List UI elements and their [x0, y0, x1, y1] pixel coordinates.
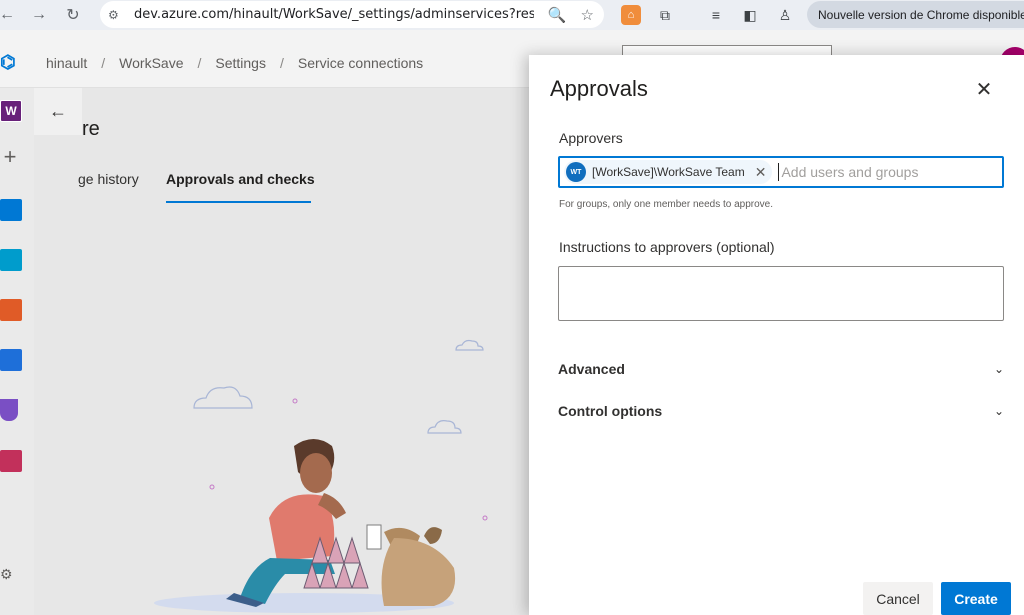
- overview-check-icon[interactable]: [0, 249, 22, 271]
- forward-arrow-icon[interactable]: →: [24, 0, 54, 30]
- dog-figure: [366, 524, 456, 606]
- site-info-icon[interactable]: ⚙: [108, 8, 126, 22]
- breadcrumb-org[interactable]: hinault: [46, 55, 87, 71]
- empty-state-illustration: [154, 339, 488, 613]
- decor-dot: [482, 515, 488, 521]
- reload-icon[interactable]: ↻: [58, 0, 88, 30]
- control-options-label: Control options: [558, 403, 663, 419]
- azure-devops-logo-icon[interactable]: ⌬: [0, 52, 20, 72]
- rss-extension-icon[interactable]: ⌂: [621, 5, 641, 25]
- approvers-label: Approvers: [559, 130, 623, 146]
- breadcrumb-separator: /: [101, 55, 106, 71]
- chrome-update-button[interactable]: Nouvelle version de Chrome disponible: [807, 1, 1024, 28]
- chevron-down-icon[interactable]: ⌄: [994, 362, 1004, 376]
- breadcrumb-separator: /: [279, 55, 284, 71]
- breadcrumb: hinault / WorkSave / Settings / Service …: [46, 55, 423, 71]
- breadcrumb-settings[interactable]: Settings: [215, 55, 266, 71]
- chevron-down-icon[interactable]: ⌄: [994, 404, 1004, 418]
- test-plans-flask-icon[interactable]: [0, 399, 18, 421]
- remove-approver-icon[interactable]: ✕: [755, 164, 767, 181]
- profile-avatar-icon[interactable]: ♙: [775, 5, 795, 25]
- instructions-label: Instructions to approvers (optional): [559, 239, 775, 255]
- approver-chip[interactable]: WT [WorkSave]\WorkSave Team ✕: [564, 160, 773, 184]
- project-settings-gear-icon[interactable]: ⚙: [0, 566, 18, 588]
- control-options-section-header[interactable]: Control options ⌄: [558, 400, 1004, 422]
- add-icon[interactable]: +: [0, 146, 20, 168]
- address-bar[interactable]: ⚙ dev.azure.com/hinault/WorkSave/_settin…: [100, 1, 604, 28]
- side-panel-icon[interactable]: ◧: [740, 5, 760, 25]
- artifacts-icon[interactable]: [0, 450, 22, 472]
- advanced-label: Advanced: [558, 361, 625, 377]
- cloud-icon: [193, 339, 484, 434]
- bookmark-star-icon[interactable]: ☆: [581, 6, 594, 24]
- panel-title: Approvals: [550, 76, 648, 101]
- boards-icon[interactable]: [0, 199, 22, 221]
- cancel-button[interactable]: Cancel: [863, 582, 933, 615]
- back-arrow-icon[interactable]: ←: [0, 0, 22, 30]
- approver-name: [WorkSave]\WorkSave Team: [592, 165, 745, 179]
- breadcrumb-project[interactable]: WorkSave: [119, 55, 183, 71]
- pipelines-icon[interactable]: [0, 349, 22, 371]
- decor-dot: [292, 398, 298, 404]
- advanced-section-header[interactable]: Advanced ⌄: [558, 358, 1004, 380]
- create-button[interactable]: Create: [941, 582, 1011, 615]
- breadcrumb-separator: /: [197, 55, 202, 71]
- zoom-icon[interactable]: 🔍: [548, 6, 567, 24]
- settings-page-content: ← re ge history Approvals and checks: [34, 88, 529, 615]
- close-icon[interactable]: ✕: [973, 79, 995, 101]
- approver-avatar: WT: [566, 162, 586, 182]
- add-users-input[interactable]: [778, 163, 979, 181]
- project-avatar[interactable]: W: [0, 100, 22, 122]
- approvals-panel: Approvals ✕ Approvers WT [WorkSave]\Work…: [529, 55, 1024, 615]
- left-nav-rail: W + ⚙: [0, 88, 34, 615]
- instructions-field[interactable]: [558, 266, 1004, 321]
- extensions-puzzle-icon[interactable]: ⧉: [655, 5, 675, 25]
- approvers-picker[interactable]: WT [WorkSave]\WorkSave Team ✕: [558, 156, 1004, 188]
- decor-dot: [209, 484, 215, 490]
- browser-toolbar: ← → ↻ ⚙ dev.azure.com/hinault/WorkSave/_…: [0, 0, 1024, 30]
- url-text[interactable]: dev.azure.com/hinault/WorkSave/_settings…: [134, 7, 534, 22]
- approvers-help-text: For groups, only one member needs to app…: [559, 199, 774, 210]
- reading-list-icon[interactable]: ≡: [706, 5, 726, 25]
- repos-icon[interactable]: [0, 299, 22, 321]
- breadcrumb-service-connections[interactable]: Service connections: [298, 55, 423, 71]
